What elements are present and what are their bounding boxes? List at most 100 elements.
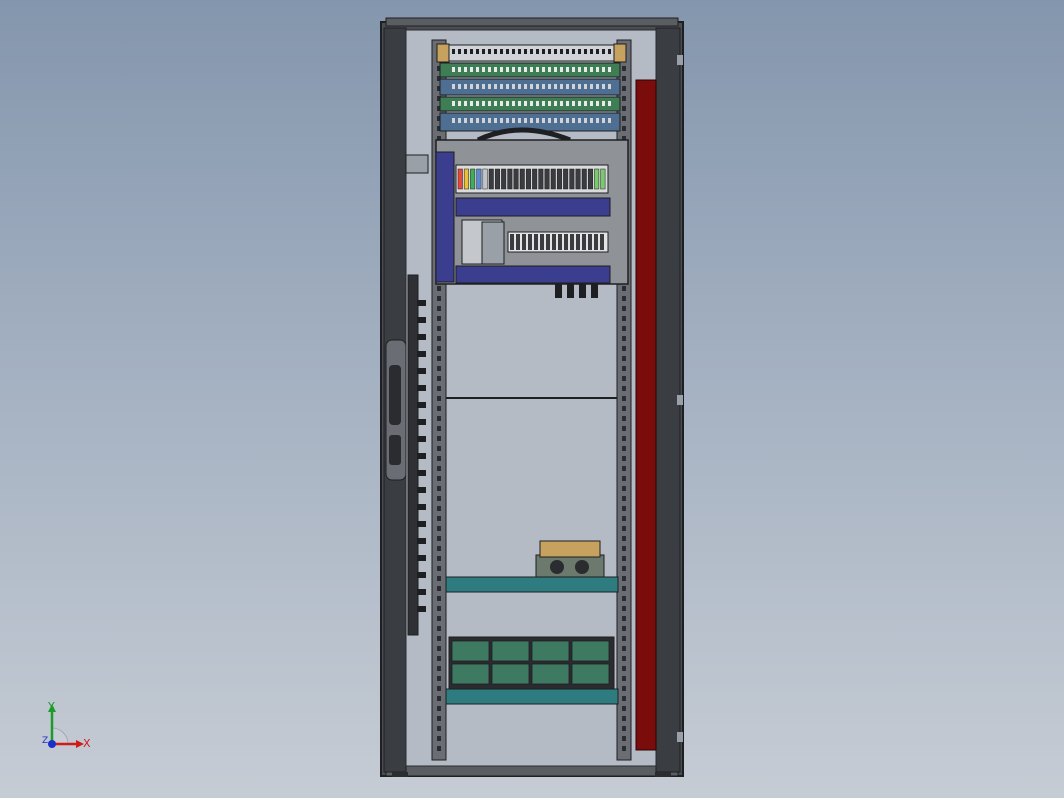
patch-port — [464, 67, 467, 72]
rail-hole — [437, 456, 441, 461]
rail-hole — [437, 706, 441, 711]
rail-hole — [622, 496, 626, 501]
rail-hole — [437, 376, 441, 381]
vertical-cable-duct — [435, 151, 455, 283]
patch-port — [548, 101, 551, 106]
rail-hole — [622, 676, 626, 681]
patch-port — [560, 84, 563, 89]
patch-port — [584, 49, 587, 54]
rail-hole — [622, 66, 626, 71]
upper-shelf[interactable] — [445, 576, 619, 593]
rail-hole — [437, 286, 441, 291]
door-handle-grip[interactable] — [389, 365, 401, 425]
rail-hole — [437, 476, 441, 481]
cabinet-model[interactable] — [0, 0, 1064, 798]
rail-hole — [622, 106, 626, 111]
door-lock[interactable] — [389, 435, 401, 465]
patch-port — [566, 84, 569, 89]
patch-port — [524, 101, 527, 106]
patch-port — [554, 67, 557, 72]
din-terminal — [564, 234, 568, 250]
patch-port — [554, 49, 557, 54]
rail-hole — [622, 566, 626, 571]
triad-x-label: X — [83, 737, 91, 750]
patch-port — [458, 67, 461, 72]
rail-hole — [622, 356, 626, 361]
lower-shelf[interactable] — [445, 688, 619, 705]
patch-port — [602, 101, 605, 106]
patch-port — [560, 49, 563, 54]
cable-gland — [417, 419, 426, 425]
triad-z-label: Z — [42, 736, 49, 746]
power-supply-module[interactable] — [481, 221, 505, 265]
rail-hole — [622, 666, 626, 671]
rail-hole — [622, 96, 626, 101]
cable-duct-lower — [455, 265, 611, 284]
shelf-module-top[interactable] — [539, 540, 601, 558]
rail-hole — [622, 506, 626, 511]
cable-gland — [417, 453, 426, 459]
terminal-block — [544, 168, 550, 190]
patch-port — [464, 118, 467, 123]
rail-hole — [622, 716, 626, 721]
rail-hole — [622, 576, 626, 581]
patch-port — [578, 101, 581, 106]
patch-port — [500, 101, 503, 106]
patch-port — [566, 101, 569, 106]
rail-hole — [437, 326, 441, 331]
rail-hole — [622, 376, 626, 381]
rail-hole — [437, 506, 441, 511]
rail-hole — [622, 556, 626, 561]
rail-hole — [622, 86, 626, 91]
rail-hole — [437, 696, 441, 701]
rail-hole — [437, 386, 441, 391]
rail-hole — [622, 706, 626, 711]
rail-hole — [622, 326, 626, 331]
patch-port — [488, 49, 491, 54]
rail-hole — [437, 636, 441, 641]
terminal-block — [457, 168, 463, 190]
rail-hole — [437, 356, 441, 361]
patch-port — [524, 67, 527, 72]
terminal-block — [538, 168, 544, 190]
rail-hole — [622, 446, 626, 451]
foot-left — [392, 772, 408, 777]
rail-hole — [622, 646, 626, 651]
cable-gland — [417, 470, 426, 476]
patch-port — [488, 67, 491, 72]
rail-hole — [437, 486, 441, 491]
shelf-module-base[interactable] — [535, 554, 605, 578]
cad-viewport[interactable]: X Y Z — [0, 0, 1064, 798]
rail-hole — [622, 726, 626, 731]
patch-port — [548, 67, 551, 72]
terminal-block — [488, 168, 494, 190]
rail-hole — [437, 566, 441, 571]
cable-gland — [417, 368, 426, 374]
patch-port — [608, 67, 611, 72]
patch-port — [452, 49, 455, 54]
terminal-block — [507, 168, 513, 190]
rail-hole — [622, 286, 626, 291]
patch-port — [578, 84, 581, 89]
patch-port — [590, 84, 593, 89]
patch-port — [608, 118, 611, 123]
patch-port — [560, 67, 563, 72]
rail-hole — [437, 526, 441, 531]
patch-port — [590, 49, 593, 54]
rail-hole — [437, 426, 441, 431]
rail-hole — [622, 336, 626, 341]
rail-hole — [622, 636, 626, 641]
patch-port — [500, 49, 503, 54]
rail-hole — [437, 666, 441, 671]
cable-gland — [417, 334, 426, 340]
module-fan-right — [575, 560, 589, 574]
rail-hole — [437, 496, 441, 501]
patch-port — [464, 49, 467, 54]
patch-port — [470, 49, 473, 54]
patch-port — [512, 118, 515, 123]
rail-hole — [622, 526, 626, 531]
terminal-block — [550, 168, 556, 190]
patch-port — [572, 84, 575, 89]
patch-port — [548, 84, 551, 89]
din-terminal — [522, 234, 526, 250]
